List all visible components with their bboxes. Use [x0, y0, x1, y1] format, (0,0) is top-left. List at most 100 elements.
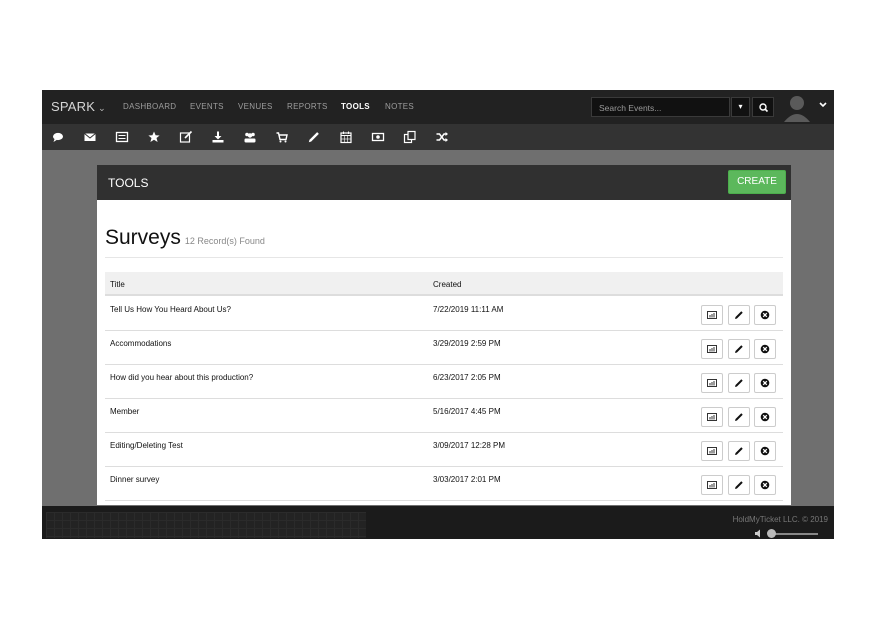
delete-button[interactable]: [754, 305, 776, 325]
footer-grid-strip: [46, 512, 366, 538]
report-button[interactable]: [701, 441, 723, 461]
delete-button[interactable]: [754, 475, 776, 495]
report-button[interactable]: [701, 407, 723, 427]
table-row: Editing/Deleting Test 3/09/2017 12:28 PM: [105, 433, 783, 467]
chart-icon: [707, 345, 717, 353]
nav-notes[interactable]: NOTES: [385, 102, 414, 111]
nav-venues[interactable]: VENUES: [238, 102, 273, 111]
survey-created: 5/16/2017 4:45 PM: [433, 407, 501, 416]
pencil-icon: [735, 481, 743, 489]
edit-button[interactable]: [728, 407, 750, 427]
delete-button[interactable]: [754, 407, 776, 427]
delete-button[interactable]: [754, 339, 776, 359]
tools-toolbar: [42, 124, 834, 150]
survey-created: 3/29/2019 2:59 PM: [433, 339, 501, 348]
download-icon[interactable]: [211, 130, 225, 144]
heading-divider: [105, 257, 783, 258]
calendar-icon[interactable]: [339, 130, 353, 144]
shuffle-icon[interactable]: [435, 130, 449, 144]
footer-bar: HoldMyTicket LLC. © 2019: [42, 506, 834, 539]
survey-title: Accommodations: [110, 339, 172, 348]
table-row: Tell Us How You Heard About Us? 7/22/201…: [105, 297, 783, 331]
brand-menu[interactable]: SPARK ⌄: [51, 99, 106, 114]
report-button[interactable]: [701, 475, 723, 495]
star-icon[interactable]: [147, 130, 161, 144]
nav-dashboard[interactable]: DASHBOARD: [123, 102, 176, 111]
pencil-icon: [735, 379, 743, 387]
pencil-icon[interactable]: [307, 130, 321, 144]
volume-slider-track[interactable]: [769, 533, 818, 535]
page-title: Surveys: [105, 226, 181, 249]
table-header: Title Created: [105, 272, 783, 296]
copy-icon[interactable]: [403, 130, 417, 144]
close-circle-icon: [760, 378, 770, 388]
edit-button[interactable]: [728, 339, 750, 359]
survey-created: 3/09/2017 12:28 PM: [433, 441, 506, 450]
survey-title: Editing/Deleting Test: [110, 441, 183, 450]
edit-button[interactable]: [728, 373, 750, 393]
delete-button[interactable]: [754, 441, 776, 461]
delete-button[interactable]: [754, 373, 776, 393]
comment-icon[interactable]: [51, 130, 65, 144]
volume-icon[interactable]: [754, 529, 763, 538]
close-circle-icon: [760, 446, 770, 456]
edit-button[interactable]: [728, 305, 750, 325]
survey-title: Member: [110, 407, 140, 416]
search-icon: [759, 103, 769, 113]
nav-tools[interactable]: TOOLS: [341, 102, 370, 111]
edit-icon[interactable]: [179, 130, 193, 144]
tools-panel: TOOLS CREATE Surveys 12 Record(s) Found T…: [97, 165, 791, 505]
pencil-icon: [735, 447, 743, 455]
survey-title: How did you hear about this production?: [110, 373, 254, 382]
cart-icon[interactable]: [275, 130, 289, 144]
money-icon[interactable]: [371, 130, 385, 144]
brand-caret-icon: ⌄: [98, 103, 106, 113]
report-button[interactable]: [701, 373, 723, 393]
create-button[interactable]: CREATE: [728, 170, 786, 194]
panel-title: TOOLS: [108, 176, 149, 190]
survey-created: 6/23/2017 2:05 PM: [433, 373, 501, 382]
survey-created: 7/22/2019 11:11 AM: [433, 305, 504, 314]
close-circle-icon: [760, 412, 770, 422]
close-circle-icon: [760, 310, 770, 320]
copyright-text: HoldMyTicket LLC. © 2019: [732, 515, 828, 524]
nav-events[interactable]: EVENTS: [190, 102, 224, 111]
edit-button[interactable]: [728, 441, 750, 461]
volume-slider-handle[interactable]: [767, 529, 776, 538]
table-row: Member 5/16/2017 4:45 PM: [105, 399, 783, 433]
search-button[interactable]: [752, 97, 774, 117]
table-row: How did you hear about this production? …: [105, 365, 783, 399]
survey-title: Dinner survey: [110, 475, 160, 484]
column-header-created: Created: [433, 280, 462, 289]
table-row: Dinner survey 3/03/2017 2:01 PM: [105, 467, 783, 501]
survey-created: 3/03/2017 2:01 PM: [433, 475, 501, 484]
brand-label: SPARK: [51, 99, 96, 114]
report-button[interactable]: [701, 305, 723, 325]
pencil-icon: [735, 345, 743, 353]
report-button[interactable]: [701, 339, 723, 359]
chart-icon: [707, 413, 717, 421]
search-input[interactable]: Search Events...: [591, 97, 730, 117]
app-window: SPARK ⌄ DASHBOARD EVENTS VENUES REPORTS T…: [42, 90, 834, 539]
chart-icon: [707, 379, 717, 387]
list-icon[interactable]: [115, 130, 129, 144]
edit-button[interactable]: [728, 475, 750, 495]
search-filter-dropdown[interactable]: ▾: [731, 97, 750, 117]
nav-reports[interactable]: REPORTS: [287, 102, 328, 111]
envelope-icon[interactable]: [83, 130, 97, 144]
column-header-title: Title: [110, 280, 125, 289]
close-circle-icon: [760, 344, 770, 354]
chart-icon: [707, 447, 717, 455]
pencil-icon: [735, 413, 743, 421]
pencil-icon: [735, 311, 743, 319]
record-count: 12 Record(s) Found: [184, 236, 265, 246]
panel-header: TOOLS CREATE: [97, 165, 791, 200]
chart-icon: [707, 481, 717, 489]
user-menu-chevron-icon[interactable]: [818, 100, 828, 110]
survey-title: Tell Us How You Heard About Us?: [110, 305, 231, 314]
user-avatar-icon[interactable]: [782, 92, 812, 122]
table-row: Accommodations 3/29/2019 2:59 PM: [105, 331, 783, 365]
close-circle-icon: [760, 480, 770, 490]
chart-icon: [707, 311, 717, 319]
users-icon[interactable]: [243, 130, 257, 144]
